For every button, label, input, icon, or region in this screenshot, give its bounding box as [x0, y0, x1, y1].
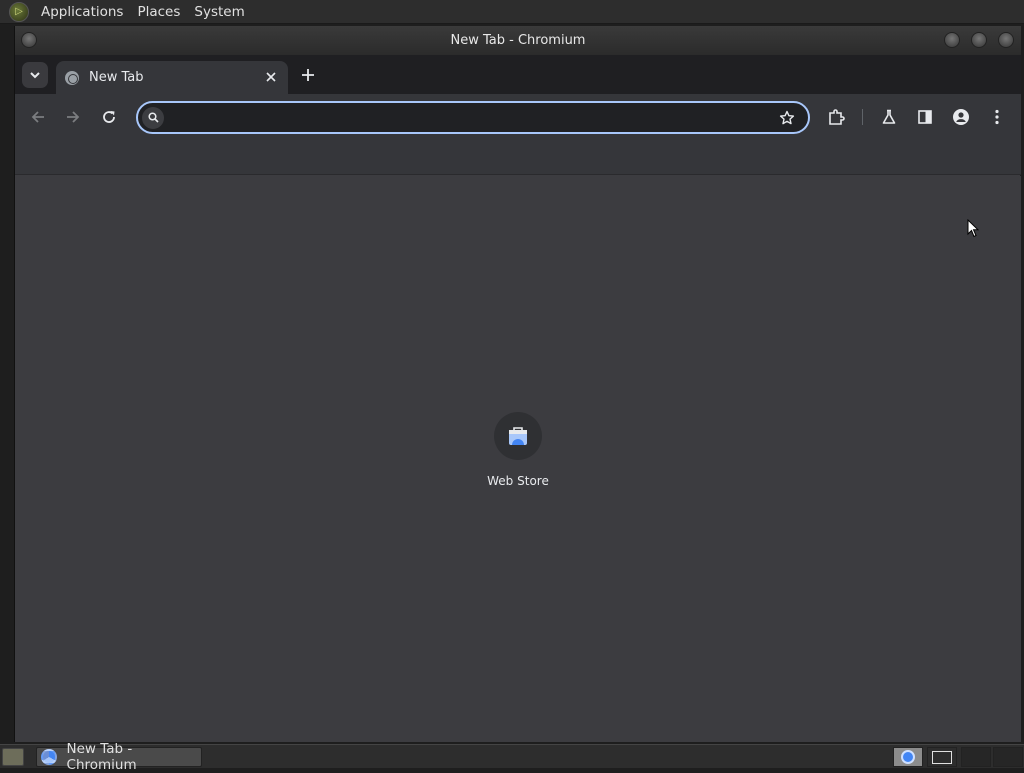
bookmark-star-button[interactable] — [772, 110, 802, 126]
chevron-down-icon — [30, 71, 40, 78]
globe-icon — [65, 70, 79, 85]
workspace-4[interactable] — [993, 747, 1023, 767]
chromium-icon — [901, 750, 915, 764]
plus-icon — [302, 69, 314, 81]
workspace-1[interactable] — [893, 747, 923, 767]
labs-button[interactable] — [876, 104, 902, 130]
puzzle-icon — [829, 109, 845, 125]
taskbar-item-chromium[interactable]: New Tab - Chromium — [36, 741, 202, 773]
side-panel-button[interactable] — [912, 104, 938, 130]
arrow-right-icon — [67, 111, 80, 123]
search-icon — [142, 106, 164, 129]
tab-search-button[interactable] — [22, 62, 48, 88]
forward-button[interactable] — [60, 104, 86, 130]
workspace-3[interactable] — [961, 747, 991, 767]
maximize-button[interactable] — [971, 32, 987, 48]
tab-strip: New Tab — [15, 55, 1021, 94]
profile-icon — [953, 109, 969, 125]
window-titlebar[interactable]: New Tab - Chromium — [15, 26, 1021, 55]
toolbar — [15, 94, 1021, 140]
back-button[interactable] — [25, 104, 51, 130]
profile-button[interactable] — [948, 104, 974, 130]
shortcut-web-store[interactable]: Web Store — [478, 412, 558, 502]
tab-title: New Tab — [89, 70, 144, 85]
new-tab-page: Web Store — [15, 176, 1021, 742]
main-menu-button[interactable] — [984, 104, 1010, 130]
toolbar-divider — [862, 109, 863, 125]
menu-places[interactable]: Places — [130, 0, 187, 24]
menu-applications[interactable]: Applications — [34, 0, 130, 24]
extensions-button[interactable] — [823, 104, 849, 130]
side-panel-icon — [918, 110, 932, 124]
shortcut-label: Web Store — [487, 474, 549, 488]
tab-new-tab[interactable]: New Tab — [56, 61, 288, 94]
star-icon — [779, 110, 795, 124]
reload-icon — [103, 111, 115, 123]
show-desktop-button[interactable] — [2, 747, 24, 766]
close-icon — [266, 72, 276, 82]
address-input[interactable] — [164, 103, 772, 132]
top-panel: ▷ Applications Places System — [0, 0, 1024, 24]
address-bar[interactable] — [136, 101, 810, 134]
taskbar: New Tab - Chromium — [0, 741, 1024, 773]
browser-window: New Tab - Chromium New Tab Web Store — [14, 26, 1021, 742]
menu-system[interactable]: System — [187, 0, 251, 24]
arrow-left-icon — [31, 111, 44, 123]
tab-close-button[interactable] — [262, 68, 280, 86]
kebab-menu-icon — [995, 109, 999, 125]
close-window-button[interactable] — [998, 32, 1014, 48]
window-outline-icon — [932, 750, 952, 764]
minimize-button[interactable] — [944, 32, 960, 48]
bookmarks-bar — [15, 140, 1021, 175]
distro-logo-icon[interactable]: ▷ — [9, 1, 29, 22]
workspace-2[interactable] — [927, 747, 957, 767]
window-title: New Tab - Chromium — [450, 33, 586, 48]
window-menu-button[interactable] — [21, 32, 37, 48]
reload-button[interactable] — [96, 104, 122, 130]
mouse-cursor-icon — [967, 219, 979, 238]
chromium-icon — [41, 748, 57, 765]
flask-icon — [882, 109, 896, 124]
new-tab-button[interactable] — [297, 64, 319, 86]
web-store-icon — [494, 412, 542, 460]
